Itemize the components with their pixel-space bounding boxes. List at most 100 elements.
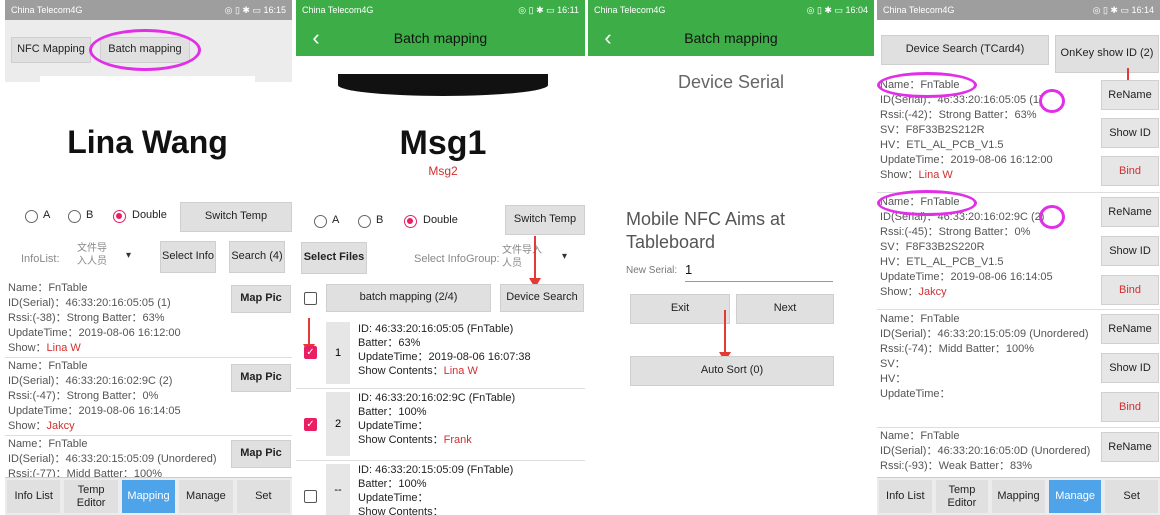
row-checkbox[interactable]: ✓ [304, 346, 317, 359]
device-search-button[interactable]: Device Search (TCard4) [881, 35, 1049, 65]
radio-a[interactable] [25, 210, 38, 223]
item-name: Name：FnTable [880, 313, 960, 325]
row-show-value: Frank [443, 434, 472, 446]
arrow-annotation [529, 236, 541, 288]
rename-button[interactable]: ReName [1101, 314, 1159, 344]
rename-button[interactable]: ReName [1101, 197, 1159, 227]
item-show-label: Show： [880, 169, 919, 181]
radio-double[interactable] [113, 210, 126, 223]
tag-preview: Lina Wang [40, 76, 255, 194]
bind-button[interactable]: Bind [1101, 392, 1159, 422]
divider [296, 388, 585, 389]
batch-mapping-tab[interactable]: Batch mapping [100, 37, 190, 63]
nav-mapping[interactable]: Mapping [992, 480, 1045, 513]
chevron-down-icon[interactable]: ▾ [126, 250, 131, 261]
item-rssi: Rssi:(-38)：Strong Batter：63% [8, 312, 165, 324]
item-name: Name：FnTable [8, 360, 88, 372]
item-sv: SV：F8F33B2S212R [880, 124, 985, 136]
item-hv: HV： [880, 373, 907, 385]
onkey-show-id-button[interactable]: OnKey show ID (2) [1055, 35, 1159, 73]
infolist-value[interactable]: 文件导入人员 [77, 242, 113, 268]
status-indicators: ◎ ▯ ✱ ▭ [518, 4, 555, 15]
device-search-button[interactable]: Device Search [500, 284, 584, 312]
show-id-button[interactable]: Show ID [1101, 118, 1159, 148]
batch-mapping-button[interactable]: batch mapping (2/4) [326, 284, 491, 312]
device-serial-heading: Device Serial [677, 72, 785, 92]
status-bar: China Telecom4G ◎ ▯ ✱ ▭ 16:04 [588, 0, 874, 20]
clock: 16:14 [1131, 4, 1154, 15]
radio-b[interactable] [68, 210, 81, 223]
nfc-mapping-tab[interactable]: NFC Mapping [11, 37, 91, 63]
select-all-checkbox[interactable] [304, 292, 317, 305]
clock: 16:11 [557, 4, 579, 15]
row-number: 2 [326, 392, 350, 456]
nav-temp-editor[interactable]: Temp Editor [64, 480, 118, 513]
divider [877, 192, 1160, 193]
select-files-button[interactable]: Select Files [301, 242, 367, 274]
item-id: ID(Serial)：46:33:20:16:05:0D (Unordered) [880, 445, 1091, 457]
radio-a[interactable] [314, 215, 327, 228]
infogroup-value[interactable]: 文件导入人员 [502, 244, 542, 270]
radio-b[interactable] [358, 215, 371, 228]
app-bar: ‹ Batch mapping [588, 20, 874, 56]
radio-double[interactable] [404, 215, 417, 228]
select-infogroup-label: Select InfoGroup: [414, 253, 500, 265]
radio-b-label: B [376, 214, 384, 226]
preview-name: Lina Wang [67, 124, 228, 160]
tag-preview: Msg1 Msg2 [338, 74, 548, 198]
switch-temp-button[interactable]: Switch Temp [505, 205, 585, 235]
auto-sort-button[interactable]: Auto Sort (0) [630, 356, 834, 386]
nav-manage[interactable]: Manage [1048, 480, 1102, 513]
radio-a-label: A [332, 214, 340, 226]
bind-button[interactable]: Bind [1101, 156, 1159, 186]
highlight-circle [1039, 89, 1065, 113]
screen-device-serial: China Telecom4G ◎ ▯ ✱ ▭ 16:04 ‹ Batch ma… [588, 0, 874, 515]
bind-button[interactable]: Bind [1101, 275, 1159, 305]
search-button[interactable]: Search (4) [229, 241, 285, 273]
item-name: Name：FnTable [8, 438, 88, 450]
status-bar: China Telecom4G ◎ ▯ ✱ ▭ 16:15 [5, 0, 292, 20]
nav-info-list[interactable]: Info List [7, 480, 61, 513]
row-number: -- [326, 464, 350, 515]
nav-info-list[interactable]: Info List [879, 480, 932, 513]
row-checkbox[interactable] [304, 490, 317, 503]
row-checkbox[interactable]: ✓ [304, 418, 317, 431]
show-id-button[interactable]: Show ID [1101, 236, 1159, 266]
nav-mapping[interactable]: Mapping [121, 480, 176, 513]
exit-button[interactable]: Exit [630, 294, 730, 324]
bottom-nav: Info List Temp Editor Mapping Manage Set [877, 477, 1160, 515]
select-info-button[interactable]: Select Info [160, 241, 216, 273]
infolist-label: InfoList: [21, 253, 60, 265]
switch-temp-button[interactable]: Switch Temp [180, 202, 292, 232]
radio-double-label: Double [132, 209, 167, 221]
item-show-value: Lina W [918, 169, 953, 181]
back-arrow-icon[interactable]: ‹ [296, 25, 336, 51]
map-pic-button[interactable]: Map Pic [231, 364, 291, 392]
next-button[interactable]: Next [736, 294, 834, 324]
arrow-annotation [303, 318, 315, 354]
screen-batch-mapping: China Telecom4G ◎ ▯ ✱ ▭ 16:11 ‹ Batch ma… [296, 0, 585, 515]
row-show-label: Show Contents： [358, 506, 444, 515]
nav-set[interactable]: Set [1105, 480, 1158, 513]
nav-set[interactable]: Set [236, 480, 291, 513]
rename-button[interactable]: ReName [1101, 432, 1159, 462]
show-id-button[interactable]: Show ID [1101, 353, 1159, 383]
radio-a-label: A [43, 209, 51, 221]
row-number: 1 [326, 322, 350, 384]
nav-manage[interactable]: Manage [179, 480, 233, 513]
chevron-down-icon[interactable]: ▾ [562, 251, 567, 262]
item-update: UpdateTime：2019-08-06 16:12:00 [880, 154, 1053, 166]
back-arrow-icon[interactable]: ‹ [588, 25, 628, 51]
item-update: UpdateTime：2019-08-06 16:12:00 [8, 327, 181, 339]
new-serial-input[interactable]: 1 [685, 262, 833, 282]
rename-button[interactable]: ReName [1101, 80, 1159, 110]
nav-temp-editor[interactable]: Temp Editor [935, 480, 989, 513]
item-show-value: Jakcy [918, 286, 947, 298]
new-serial-label: New Serial: [626, 265, 678, 276]
screen-mapping: China Telecom4G ◎ ▯ ✱ ▭ 16:15 NFC Mappin… [5, 0, 292, 515]
preview-msg1: Msg1 [399, 124, 487, 162]
status-indicators: ◎ ▯ ✱ ▭ [806, 4, 843, 15]
map-pic-button[interactable]: Map Pic [231, 285, 291, 313]
item-rssi: Rssi:(-93)：Weak Batter：83% [880, 460, 1033, 472]
map-pic-button[interactable]: Map Pic [231, 440, 291, 468]
